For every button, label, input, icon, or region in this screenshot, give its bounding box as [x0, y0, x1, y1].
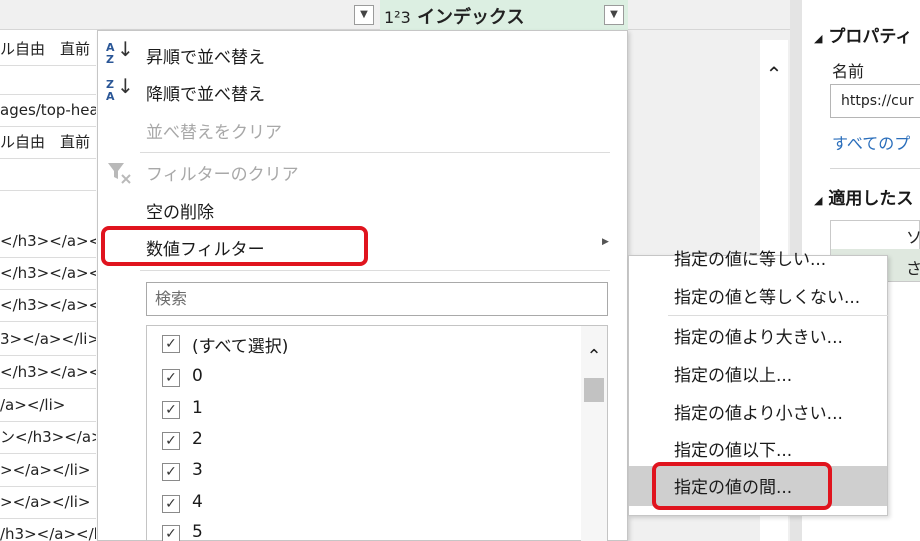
- column-name: インデックス: [417, 7, 525, 28]
- submenu-separator: [668, 315, 888, 316]
- checkbox[interactable]: ✓: [162, 432, 180, 450]
- column-header-index-label: 1²3 インデックス: [384, 3, 525, 29]
- properties-title: プロパティ: [828, 27, 913, 47]
- sort-icon-letter-z: Z: [106, 53, 114, 66]
- checkbox[interactable]: ✓: [162, 335, 180, 353]
- down-arrow-icon: ↓: [117, 74, 134, 98]
- menu-item-sort-descending[interactable]: 降順で並べ替え: [146, 80, 265, 105]
- checkbox[interactable]: ✓: [162, 495, 180, 513]
- query-name-input[interactable]: https://cur: [830, 84, 920, 118]
- sort-icon-letter-a: A: [106, 90, 115, 103]
- menu-separator: [140, 270, 610, 271]
- column-filter-dropdown-index[interactable]: ▼: [604, 5, 624, 25]
- filter-value-label[interactable]: 4: [192, 492, 203, 512]
- menu-separator: [140, 152, 610, 153]
- grid-cell[interactable]: [0, 62, 96, 94]
- applied-steps-title: 適用したス: [828, 189, 914, 209]
- submenu-item-equals[interactable]: 指定の値に等しい...: [674, 245, 826, 270]
- chevron-up-icon[interactable]: ⌃: [762, 62, 786, 86]
- grid-cell[interactable]: </h3></a></li: [0, 289, 96, 321]
- column-filter-dropdown-prev[interactable]: ▼: [354, 5, 374, 25]
- grid-cell[interactable]: ン</h3></a><: [0, 421, 96, 453]
- sort-descending-icon: Z A ↓: [106, 74, 134, 109]
- filter-value-label[interactable]: 1: [192, 398, 203, 418]
- grid-cell[interactable]: 3></a></li>: [0, 323, 96, 355]
- submenu-item-greater-or-equal[interactable]: 指定の値以上...: [674, 361, 792, 386]
- grid-cell[interactable]: ></a></li>: [0, 486, 96, 518]
- grid-cell[interactable]: ></a></li>: [0, 454, 96, 486]
- menu-item-clear-sort[interactable]: 並べ替えをクリア: [146, 118, 282, 143]
- submenu-item-less-or-equal[interactable]: 指定の値以下...: [674, 436, 792, 461]
- applied-step-2[interactable]: さ: [906, 255, 920, 279]
- filter-value-label[interactable]: 2: [192, 429, 203, 449]
- filter-value-label[interactable]: 5: [192, 522, 203, 541]
- filter-values-list: [146, 325, 608, 541]
- grid-row-line: [0, 321, 96, 322]
- filter-value-label[interactable]: 3: [192, 460, 203, 480]
- grid-cell[interactable]: </h3></a></li: [0, 257, 96, 289]
- checkbox[interactable]: ✓: [162, 463, 180, 481]
- highlight-box-number-filters: [101, 226, 368, 266]
- grid-cell[interactable]: ル自由 直前: [0, 33, 96, 65]
- collapse-triangle-icon: ◢: [814, 32, 823, 45]
- sort-icon-letter-z: Z: [106, 78, 114, 91]
- grid-cell[interactable]: /h3></a></li: [0, 518, 96, 541]
- down-arrow-icon: ↓: [117, 37, 134, 61]
- sort-ascending-icon: A Z ↓: [106, 37, 134, 72]
- grid-row-line: [0, 190, 96, 191]
- grid-cell[interactable]: </h3></a></li: [0, 225, 96, 257]
- properties-section-header[interactable]: ◢ プロパティ: [814, 22, 912, 47]
- checkbox[interactable]: ✓: [162, 369, 180, 387]
- menu-item-sort-ascending[interactable]: 昇順で並べ替え: [146, 43, 265, 68]
- grid-cell[interactable]: ages/top-hea: [0, 94, 96, 126]
- collapse-triangle-icon: ◢: [814, 194, 823, 207]
- applied-steps-header[interactable]: ◢ 適用したス: [814, 184, 913, 209]
- applied-step-source[interactable]: ソース: [906, 224, 920, 248]
- name-label: 名前: [832, 62, 865, 81]
- all-properties-link[interactable]: すべてのプ: [832, 130, 910, 154]
- menu-item-clear-filter[interactable]: フィルターのクリア: [146, 160, 299, 185]
- submenu-item-less-than[interactable]: 指定の値より小さい...: [674, 399, 843, 424]
- submenu-arrow-icon: ▶: [602, 237, 609, 247]
- select-all-label[interactable]: (すべて選択): [192, 332, 288, 357]
- submenu-item-greater-than[interactable]: 指定の値より大きい...: [674, 323, 843, 348]
- checkbox[interactable]: ✓: [162, 401, 180, 419]
- checkbox[interactable]: ✓: [162, 525, 180, 541]
- grid-cell[interactable]: /a></li>: [0, 389, 96, 421]
- grid-cell[interactable]: [0, 158, 96, 190]
- menu-item-remove-empty[interactable]: 空の削除: [146, 198, 214, 223]
- filter-search-input[interactable]: 検索: [146, 282, 608, 316]
- pane-separator: [830, 168, 920, 169]
- sort-icon-letter-a: A: [106, 41, 115, 54]
- scrollbar-thumb[interactable]: [584, 378, 604, 402]
- filter-value-label[interactable]: 0: [192, 366, 203, 386]
- clear-filter-icon: [106, 160, 134, 186]
- grid-cell[interactable]: ル自由 直前: [0, 126, 96, 158]
- submenu-item-not-equals[interactable]: 指定の値と等しくない...: [674, 283, 860, 308]
- chevron-up-icon[interactable]: ⌃: [583, 346, 605, 367]
- whole-number-type-icon: 1²3: [384, 8, 411, 27]
- highlight-box-between: [652, 462, 832, 510]
- grid-cell[interactable]: </h3></a></: [0, 356, 96, 388]
